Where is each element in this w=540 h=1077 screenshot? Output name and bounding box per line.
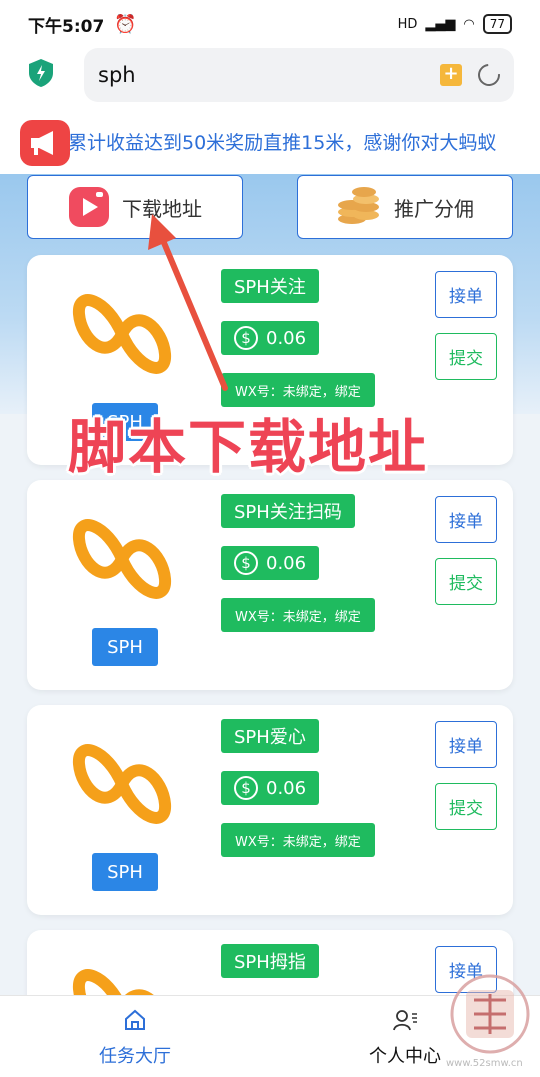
sph-logo-icon (73, 519, 171, 599)
accept-order-button[interactable]: 接单 (435, 496, 497, 543)
platform-tag: SPH (92, 628, 158, 666)
accept-order-button[interactable]: 接单 (435, 721, 497, 768)
annotation-arrow (148, 214, 228, 391)
task-price-badge: $0.06 (221, 546, 320, 580)
submit-button[interactable]: 提交 (435, 558, 497, 605)
platform-tag: SPH (92, 853, 158, 891)
user-icon (393, 1010, 417, 1031)
dollar-coin-icon: $ (234, 776, 258, 800)
nav-task-hall[interactable]: 任务大厅 (35, 1008, 235, 1068)
task-card: SPH SPH关注扫码 $0.06 WX号：未绑定，绑定 接单 提交 (27, 480, 513, 690)
task-title-badge: SPH关注扫码 (221, 494, 355, 528)
task-card: SPH SPH爱心 $0.06 WX号：未绑定，绑定 接单 提交 (27, 705, 513, 915)
task-title-badge: SPH拇指 (221, 944, 319, 978)
nav-task-hall-label: 任务大厅 (99, 1046, 171, 1067)
task-title-badge: SPH爱心 (221, 719, 319, 753)
script-download-annotation: 脚本下载地址 (68, 413, 429, 481)
task-price-badge: $0.06 (221, 771, 320, 805)
wx-binding-badge[interactable]: WX号：未绑定，绑定 (221, 823, 375, 857)
wx-binding-badge[interactable]: WX号：未绑定，绑定 (221, 598, 375, 632)
submit-button[interactable]: 提交 (435, 783, 497, 830)
sph-logo-icon (73, 744, 171, 824)
watermark-url: www.52smw.cn (446, 1058, 523, 1069)
dollar-coin-icon: $ (234, 551, 258, 575)
home-icon (125, 1009, 145, 1030)
watermark-seal-logo (450, 974, 530, 1054)
task-price: 0.06 (266, 777, 307, 799)
task-price: 0.06 (266, 552, 307, 574)
